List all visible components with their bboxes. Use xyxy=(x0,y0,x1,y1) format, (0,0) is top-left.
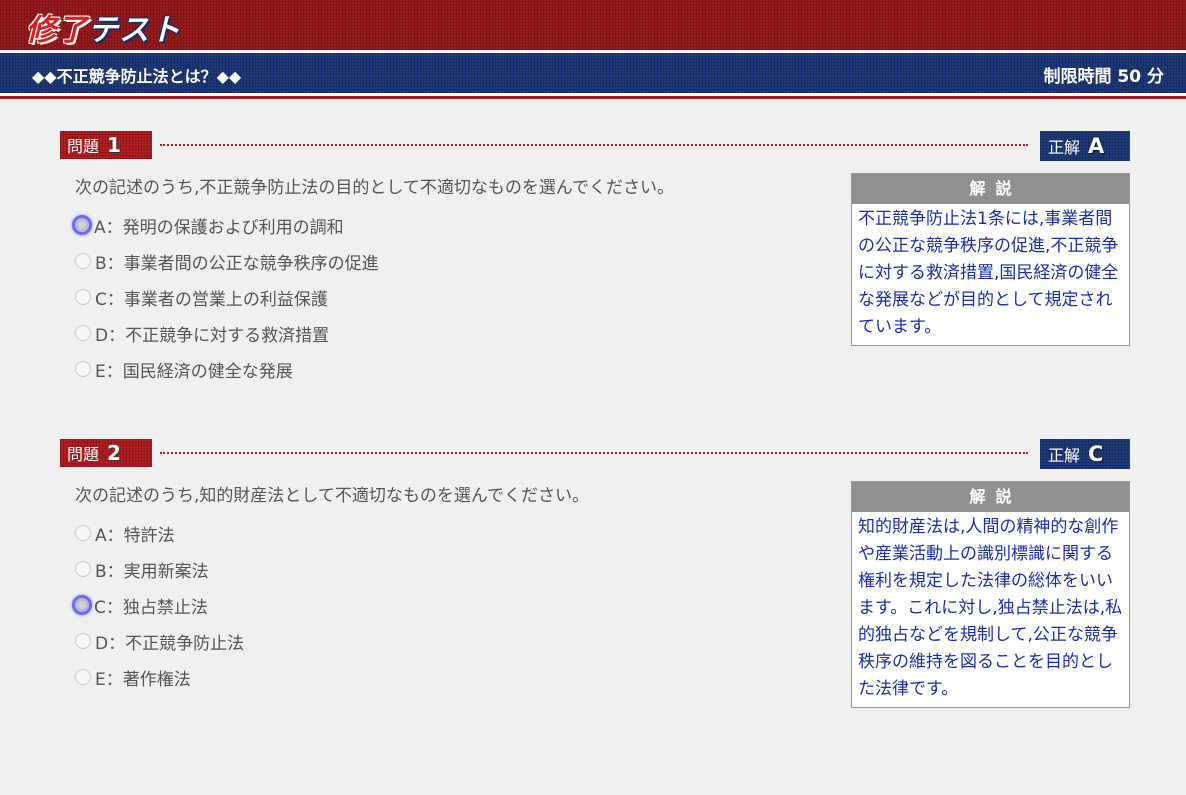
app-title-rest: テスト xyxy=(88,13,181,48)
radio-button[interactable] xyxy=(75,669,91,685)
explanation-title: 解説 xyxy=(852,174,1129,204)
radio-button-selected[interactable] xyxy=(72,215,92,235)
choice-label: A：発明の保護および利用の調和 xyxy=(94,217,344,238)
radio-button[interactable] xyxy=(75,361,91,377)
correct-answer-letter: A xyxy=(1088,134,1105,158)
explanation-text: 知的財産法は,人間の精神的な創作や産業活動上の識別標識に関する権利を規定した法律… xyxy=(858,517,1123,699)
choice-label: D：不正競争防止法 xyxy=(95,633,245,654)
dotted-separator xyxy=(160,452,1028,454)
choice-a[interactable]: A：発明の保護および利用の調和 xyxy=(72,207,379,243)
radio-button[interactable] xyxy=(75,561,91,577)
correct-answer-letter: C xyxy=(1088,442,1104,466)
time-limit: 制限時間 50 分 xyxy=(1043,67,1165,87)
choice-list: A：発明の保護および利用の調和 B：事業者間の公正な競争秩序の促進 C：事業者の… xyxy=(72,207,379,387)
radio-button[interactable] xyxy=(75,633,91,649)
choice-label: D：不正競争に対する救済措置 xyxy=(95,325,330,346)
header-bar: 修了テスト xyxy=(0,0,1186,50)
explanation-title: 解説 xyxy=(852,482,1129,512)
correct-answer-label: 正解 C xyxy=(1040,439,1130,469)
choice-label: C：独占禁止法 xyxy=(94,597,208,618)
choice-list: A：特許法 B：実用新案法 C：独占禁止法 D：不正競争防止法 E：著作権法 xyxy=(72,515,244,695)
question-number-label: 問題 1 xyxy=(60,131,152,159)
question-number-label: 問題 2 xyxy=(60,439,152,467)
radio-button[interactable] xyxy=(75,253,91,269)
question-number: 1 xyxy=(107,133,121,157)
choice-e[interactable]: E：国民経済の健全な発展 xyxy=(75,351,379,387)
choice-c[interactable]: C：独占禁止法 xyxy=(72,587,244,623)
choice-b[interactable]: B：実用新案法 xyxy=(75,551,244,587)
correct-answer-text: 正解 xyxy=(1048,446,1081,465)
dotted-separator xyxy=(160,144,1028,146)
test-subtitle: ◆◆不正競争防止法とは？◆◆ xyxy=(32,67,242,86)
radio-button[interactable] xyxy=(75,325,91,341)
subtitle-bar: ◆◆不正競争防止法とは？◆◆ 制限時間 50 分 xyxy=(0,53,1186,93)
question-number: 2 xyxy=(107,441,121,465)
question-text: 次の記述のうち,不正競争防止法の目的として不適切なものを選んでください。 xyxy=(75,178,675,198)
explanation-box: 解説 不正競争防止法1条には,事業者間の公正な競争秩序の促進,不正競争に対する救… xyxy=(851,173,1130,346)
radio-button[interactable] xyxy=(75,289,91,305)
correct-answer-text: 正解 xyxy=(1048,138,1081,157)
question-label-text: 問題 xyxy=(67,445,100,464)
radio-button-selected[interactable] xyxy=(72,595,92,615)
divider xyxy=(0,96,1186,99)
choice-c[interactable]: C：事業者の営業上の利益保護 xyxy=(75,279,379,315)
choice-label: B：事業者間の公正な競争秩序の促進 xyxy=(95,253,379,274)
choice-d[interactable]: D：不正競争に対する救済措置 xyxy=(75,315,379,351)
choice-label: E：著作権法 xyxy=(95,669,191,690)
explanation-box: 解説 知的財産法は,人間の精神的な創作や産業活動上の識別標識に関する権利を規定し… xyxy=(851,481,1130,708)
app-title: 修了テスト xyxy=(26,5,181,49)
choice-label: E：国民経済の健全な発展 xyxy=(95,361,293,382)
choice-e[interactable]: E：著作権法 xyxy=(75,659,244,695)
question-label-text: 問題 xyxy=(67,137,100,156)
choice-b[interactable]: B：事業者間の公正な競争秩序の促進 xyxy=(75,243,379,279)
choice-label: A：特許法 xyxy=(95,525,175,546)
correct-answer-label: 正解 A xyxy=(1040,131,1130,161)
choice-d[interactable]: D：不正競争防止法 xyxy=(75,623,244,659)
choice-label: B：実用新案法 xyxy=(95,561,209,582)
question-text: 次の記述のうち,知的財産法として不適切なものを選んでください。 xyxy=(75,486,590,506)
app-title-highlight: 修了 xyxy=(26,13,88,48)
choice-a[interactable]: A：特許法 xyxy=(75,515,244,551)
radio-button[interactable] xyxy=(75,525,91,541)
explanation-text: 不正競争防止法1条には,事業者間の公正な競争秩序の促進,不正競争に対する救済措置… xyxy=(858,209,1119,337)
choice-label: C：事業者の営業上の利益保護 xyxy=(95,289,328,310)
